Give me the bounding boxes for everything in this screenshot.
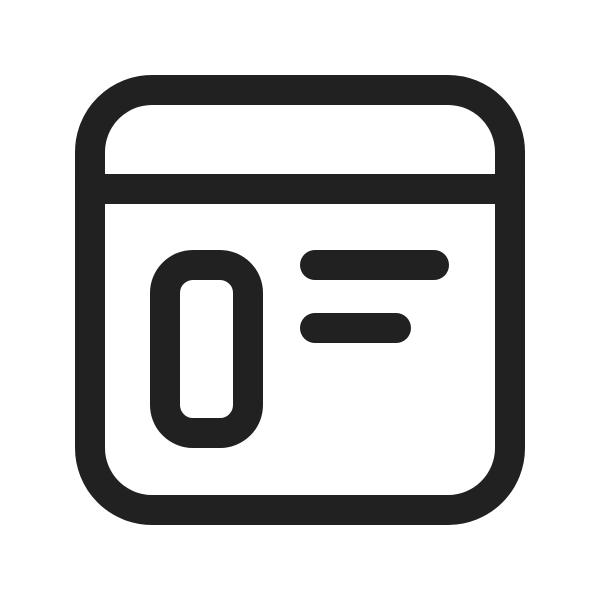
sidebar-panel: [150, 250, 263, 448]
icon-canvas: [0, 0, 600, 600]
app-window-layout-icon: [75, 75, 525, 525]
